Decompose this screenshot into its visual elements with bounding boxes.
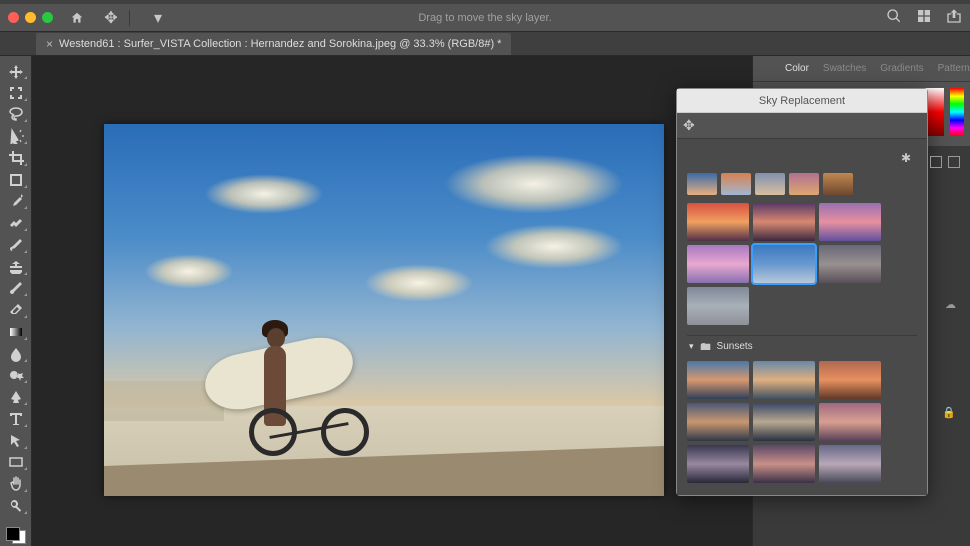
move-sky-icon[interactable]: ✥ (683, 117, 695, 134)
presets-gear-icon[interactable]: ✱ (901, 151, 911, 165)
sky-preset-thumb[interactable] (819, 361, 881, 399)
document-tab[interactable]: × Westend61 : Surfer_VISTA Collection : … (36, 33, 511, 55)
panel-tab-swatches[interactable]: Swatches (823, 63, 866, 74)
lock-icon: 🔒 (942, 406, 956, 419)
sky-preset-thumb[interactable] (687, 361, 749, 399)
search-icon[interactable] (886, 8, 902, 27)
sky-preset-thumb[interactable] (753, 245, 815, 283)
color-panel-tabs: Color Swatches Gradients Patterns (753, 56, 970, 82)
options-dropdown[interactable]: ▾ (146, 8, 170, 28)
sky-preset-thumb[interactable] (753, 445, 815, 483)
sky-preset-thumb[interactable] (819, 245, 881, 283)
path-select-tool[interactable] (4, 432, 28, 450)
crop-tool[interactable] (4, 149, 28, 167)
sky-dialog-title: Sky Replacement (677, 89, 927, 113)
tools-panel (0, 56, 32, 546)
fg-bg-colors[interactable] (4, 525, 28, 546)
close-tab-icon[interactable]: × (46, 37, 53, 51)
menubar: ✥ ▾ Drag to move the sky layer. (0, 4, 970, 32)
chevron-down-icon: ▾ (689, 341, 694, 352)
sky-preset-thumb[interactable] (687, 403, 749, 441)
document-tab-strip: × Westend61 : Surfer_VISTA Collection : … (0, 32, 970, 56)
sky-preset-thumb[interactable] (753, 403, 815, 441)
close-window[interactable] (8, 12, 19, 23)
sky-preset-thumb[interactable] (789, 173, 819, 195)
share-icon[interactable] (946, 8, 962, 27)
canvas[interactable] (104, 124, 664, 496)
sky-preset-thumb[interactable] (753, 203, 815, 241)
sky-preset-thumb[interactable] (819, 403, 881, 441)
zoom-tool[interactable] (4, 497, 28, 515)
list-view-icon[interactable] (948, 156, 960, 168)
minimize-window[interactable] (25, 12, 36, 23)
sky-preset-thumb[interactable] (755, 173, 785, 195)
type-tool[interactable] (4, 410, 28, 428)
home-button[interactable] (65, 8, 89, 28)
grid-view-icon[interactable] (930, 156, 942, 168)
dodge-tool[interactable] (4, 367, 28, 385)
hand-tool[interactable] (4, 475, 28, 493)
sky-preset-thumb[interactable] (823, 173, 853, 195)
brush-tool[interactable] (4, 236, 28, 254)
zoom-window[interactable] (42, 12, 53, 23)
rectangle-tool[interactable] (4, 454, 28, 472)
sky-preset-thumb[interactable] (721, 173, 751, 195)
lasso-tool[interactable] (4, 106, 28, 124)
history-brush-tool[interactable] (4, 280, 28, 298)
panel-tab-gradients[interactable]: Gradients (880, 63, 923, 74)
sky-preset-thumb[interactable] (819, 203, 881, 241)
pen-tool[interactable] (4, 388, 28, 406)
move-tool[interactable] (4, 62, 28, 80)
hue-slider[interactable] (950, 88, 964, 136)
eyedropper-tool[interactable] (4, 193, 28, 211)
sky-preset-thumb[interactable] (687, 287, 749, 325)
eraser-tool[interactable] (4, 301, 28, 319)
blur-tool[interactable] (4, 345, 28, 363)
preset-group-label: Sunsets (717, 341, 753, 352)
move-options-icon[interactable]: ✥ (99, 8, 123, 28)
canvas-area[interactable] (32, 56, 752, 546)
artboard-tool[interactable] (4, 84, 28, 102)
preset-group-header[interactable]: ▾ Sunsets (687, 335, 917, 357)
workspace-icon[interactable] (916, 8, 932, 27)
spot-heal-tool[interactable] (4, 214, 28, 232)
gradient-tool[interactable] (4, 323, 28, 341)
sky-presets-panel: ✱ ▾ Sunsets (677, 139, 927, 495)
sky-dialog-options: ✥ (677, 113, 927, 139)
sky-preset-thumb[interactable] (819, 445, 881, 483)
document-tab-label: Westend61 : Surfer_VISTA Collection : He… (59, 38, 501, 50)
window-controls (0, 12, 53, 23)
canvas-bike (249, 381, 369, 456)
sky-preset-thumb[interactable] (687, 445, 749, 483)
sky-preset-thumb[interactable] (687, 173, 717, 195)
sky-preset-thumb[interactable] (687, 203, 749, 241)
sky-preset-thumb[interactable] (687, 245, 749, 283)
panel-tab-color[interactable]: Color (785, 63, 809, 74)
sky-replacement-dialog[interactable]: Sky Replacement ✥ ✱ ▾ Sunsets (676, 88, 928, 496)
cloud-icon[interactable]: ☁ (945, 298, 956, 311)
panel-tab-patterns[interactable]: Patterns (938, 63, 970, 74)
frame-tool[interactable] (4, 171, 28, 189)
sky-preset-thumb[interactable] (753, 361, 815, 399)
panel-view-icons (930, 156, 960, 168)
quick-select-tool[interactable] (4, 127, 28, 145)
clone-stamp-tool[interactable] (4, 258, 28, 276)
options-hint: Drag to move the sky layer. (418, 12, 551, 24)
